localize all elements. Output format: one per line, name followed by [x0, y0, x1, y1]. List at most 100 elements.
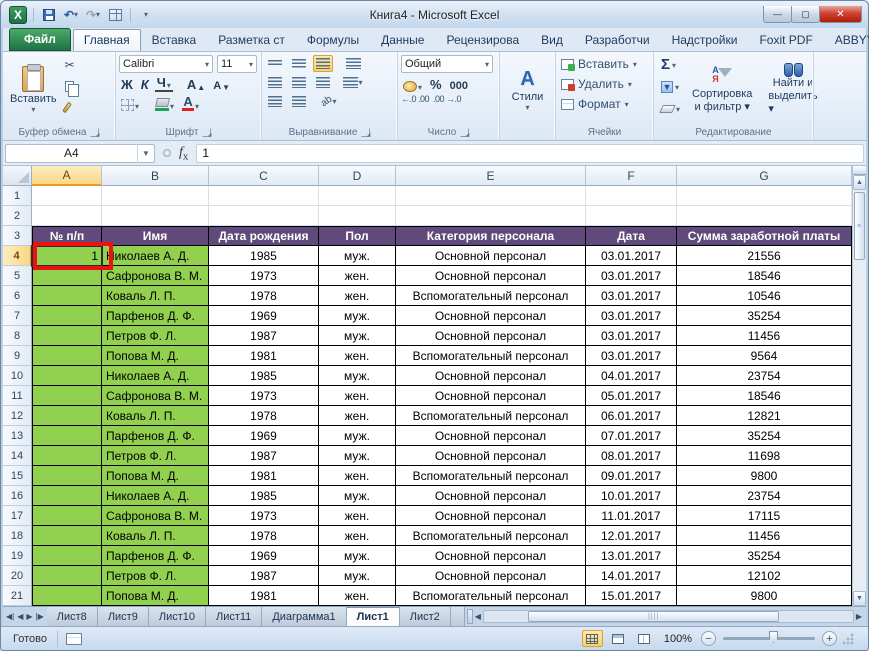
- cell-C13[interactable]: 1969: [209, 426, 319, 446]
- cell-B2[interactable]: [102, 206, 209, 226]
- cell-B19[interactable]: Парфенов Д. Ф.: [102, 546, 209, 566]
- cell-F13[interactable]: 07.01.2017: [586, 426, 677, 446]
- insert-cells-button[interactable]: Вставить ▾: [559, 55, 650, 73]
- cell-C9[interactable]: 1981: [209, 346, 319, 366]
- delete-cells-button[interactable]: Удалить ▾: [559, 75, 650, 93]
- cell-E13[interactable]: Основной персонал: [396, 426, 586, 446]
- cell-G8[interactable]: 11456: [677, 326, 852, 346]
- cell-B11[interactable]: Сафронова В. М.: [102, 386, 209, 406]
- normal-view-button[interactable]: [581, 630, 603, 647]
- horizontal-scroll-thumb[interactable]: ||||: [528, 611, 780, 622]
- increase-indent-button[interactable]: [289, 93, 309, 110]
- formula-input[interactable]: 1: [196, 143, 864, 163]
- split-handle[interactable]: [853, 166, 866, 175]
- merge-center-button[interactable]: ▾: [343, 74, 363, 91]
- customize-qat-button[interactable]: ▾: [137, 6, 155, 24]
- zoom-slider-thumb[interactable]: [769, 631, 778, 643]
- cell-B14[interactable]: Петров Ф. Л.: [102, 446, 209, 466]
- table-header-cell[interactable]: Пол: [319, 226, 396, 246]
- zoom-out-button[interactable]: −: [701, 631, 716, 646]
- ribbon-tab-Рецензирова[interactable]: Рецензирова: [435, 29, 530, 51]
- cell-G6[interactable]: 10546: [677, 286, 852, 306]
- grow-font-button[interactable]: А ▲: [185, 75, 207, 92]
- row-header-3[interactable]: 3: [3, 226, 32, 246]
- cell-G7[interactable]: 35254: [677, 306, 852, 326]
- ribbon-tab-Вид[interactable]: Вид: [530, 29, 574, 51]
- cell-D14[interactable]: муж.: [319, 446, 396, 466]
- cell-F19[interactable]: 13.01.2017: [586, 546, 677, 566]
- column-header-D[interactable]: D: [319, 166, 396, 186]
- cell-A13[interactable]: [32, 426, 102, 446]
- cell-F15[interactable]: 09.01.2017: [586, 466, 677, 486]
- format-painter-button[interactable]: [61, 98, 82, 116]
- close-button[interactable]: ✕: [819, 6, 862, 23]
- maximize-button[interactable]: ▢: [791, 6, 820, 23]
- cell-D21[interactable]: жен.: [319, 586, 396, 606]
- cell-D20[interactable]: муж.: [319, 566, 396, 586]
- cell-C1[interactable]: [209, 186, 319, 206]
- cell-C16[interactable]: 1985: [209, 486, 319, 506]
- cell-D18[interactable]: жен.: [319, 526, 396, 546]
- align-center-button[interactable]: [289, 74, 309, 91]
- ribbon-tab-Главная[interactable]: Главная: [72, 29, 141, 51]
- cell-A16[interactable]: [32, 486, 102, 506]
- sheet-tab-Лист11[interactable]: Лист11: [205, 607, 263, 626]
- cell-D6[interactable]: жен.: [319, 286, 396, 306]
- cell-C21[interactable]: 1981: [209, 586, 319, 606]
- cell-F1[interactable]: [586, 186, 677, 206]
- cell-C14[interactable]: 1987: [209, 446, 319, 466]
- cell-F7[interactable]: 03.01.2017: [586, 306, 677, 326]
- tab-splitter[interactable]: [466, 609, 473, 624]
- align-top-button[interactable]: [265, 55, 285, 72]
- cell-B16[interactable]: Николаев А. Д.: [102, 486, 209, 506]
- align-right-button[interactable]: [313, 74, 333, 91]
- scroll-left-icon[interactable]: ◀: [475, 612, 481, 621]
- cell-B8[interactable]: Петров Ф. Л.: [102, 326, 209, 346]
- dialog-launcher-icon[interactable]: [460, 128, 470, 138]
- cell-G2[interactable]: [677, 206, 852, 226]
- wrap-text-button[interactable]: [343, 55, 363, 72]
- row-header-4[interactable]: 4: [3, 246, 32, 266]
- cell-G21[interactable]: 9800: [677, 586, 852, 606]
- cell-E6[interactable]: Вспомогательный персонал: [396, 286, 586, 306]
- sheet-tab-Лист2[interactable]: Лист2: [399, 607, 451, 626]
- cell-E16[interactable]: Основной персонал: [396, 486, 586, 506]
- ribbon-tab-Формулы[interactable]: Формулы: [296, 29, 370, 51]
- cell-G13[interactable]: 35254: [677, 426, 852, 446]
- cell-D19[interactable]: муж.: [319, 546, 396, 566]
- scroll-down-icon[interactable]: ▼: [853, 591, 866, 606]
- cell-B4[interactable]: Николаев А. Д.: [102, 246, 209, 266]
- clear-button[interactable]: ▾: [659, 100, 682, 118]
- cell-E15[interactable]: Вспомогательный персонал: [396, 466, 586, 486]
- cell-D17[interactable]: жен.: [319, 506, 396, 526]
- zoom-in-button[interactable]: +: [822, 631, 837, 646]
- cell-A5[interactable]: [32, 266, 102, 286]
- bold-button[interactable]: Ж: [119, 75, 135, 92]
- align-left-button[interactable]: [265, 74, 285, 91]
- undo-button[interactable]: ↶ ▾: [62, 6, 80, 24]
- formula-bar-grip[interactable]: [163, 149, 171, 157]
- cell-F2[interactable]: [586, 206, 677, 226]
- cell-G17[interactable]: 17115: [677, 506, 852, 526]
- cell-E5[interactable]: Основной персонал: [396, 266, 586, 286]
- cell-A17[interactable]: [32, 506, 102, 526]
- cell-C15[interactable]: 1981: [209, 466, 319, 486]
- cell-C2[interactable]: [209, 206, 319, 226]
- cell-E14[interactable]: Основной персонал: [396, 446, 586, 466]
- italic-button[interactable]: К: [139, 75, 151, 92]
- row-header-10[interactable]: 10: [3, 366, 32, 386]
- cell-C11[interactable]: 1973: [209, 386, 319, 406]
- cell-D16[interactable]: муж.: [319, 486, 396, 506]
- dialog-launcher-icon[interactable]: [90, 128, 100, 138]
- table-header-cell[interactable]: Имя: [102, 226, 209, 246]
- cell-C19[interactable]: 1969: [209, 546, 319, 566]
- font-name-select[interactable]: Calibri ▾: [119, 55, 213, 73]
- cell-F8[interactable]: 03.01.2017: [586, 326, 677, 346]
- cell-G11[interactable]: 18546: [677, 386, 852, 406]
- cell-C7[interactable]: 1969: [209, 306, 319, 326]
- ribbon-tab-Вставка[interactable]: Вставка: [141, 29, 208, 51]
- cut-button[interactable]: ✂: [63, 56, 82, 74]
- row-header-15[interactable]: 15: [3, 466, 32, 486]
- cell-F5[interactable]: 03.01.2017: [586, 266, 677, 286]
- cell-A4[interactable]: 1: [32, 246, 102, 266]
